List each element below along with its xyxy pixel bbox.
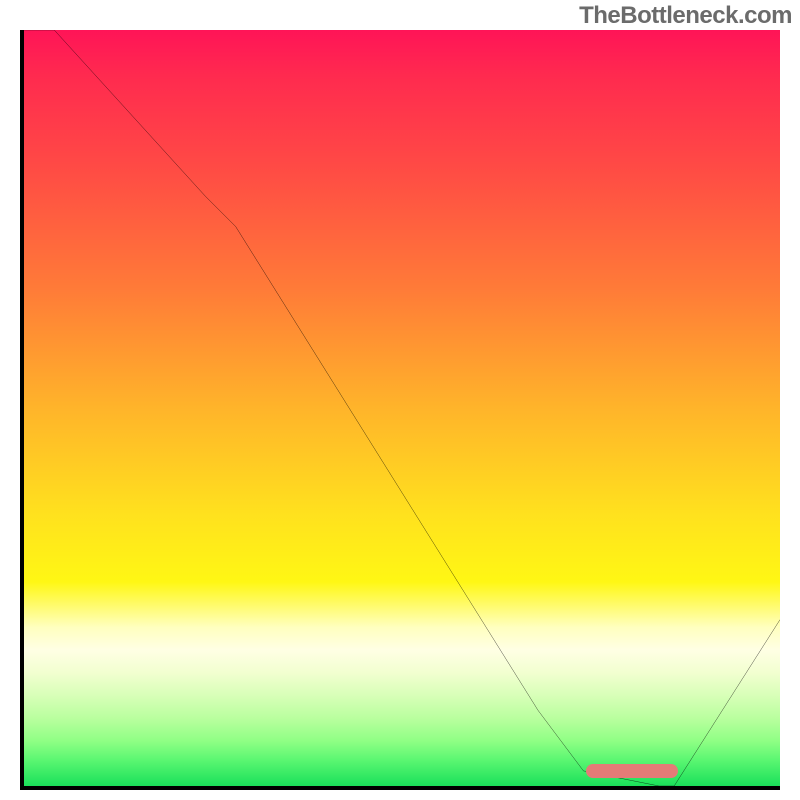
plot-area: [20, 30, 780, 790]
optimal-range-marker: [586, 764, 677, 778]
chart-container: TheBottleneck.com: [0, 0, 800, 800]
watermark-text: TheBottleneck.com: [579, 2, 792, 30]
bottleneck-curve: [24, 30, 780, 786]
